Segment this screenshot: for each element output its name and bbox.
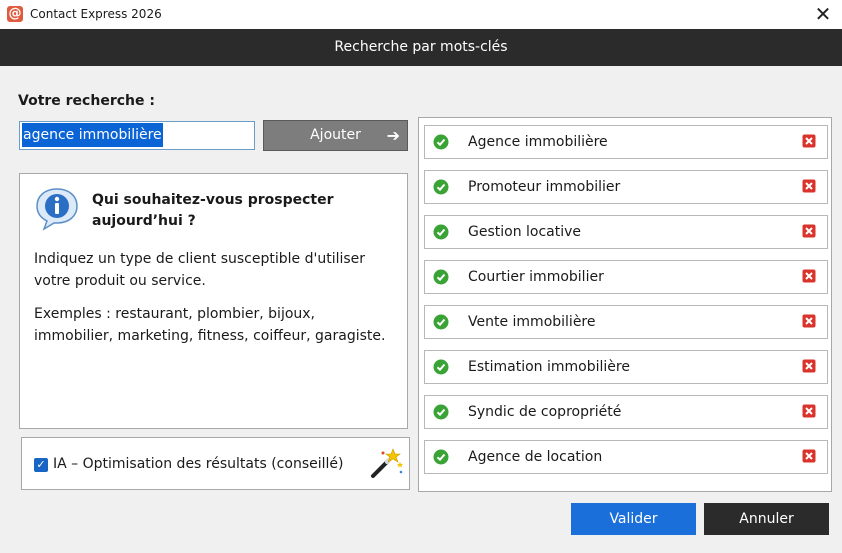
close-window-button[interactable]: ✕ [812, 4, 834, 24]
search-input[interactable]: agence immobilière [19, 121, 255, 150]
list-item-label: Agence de location [468, 449, 603, 465]
check-circle-icon [433, 359, 449, 375]
ia-option-panel: ✓ IA – Optimisation des résultats (conse… [21, 437, 410, 490]
delete-icon[interactable] [802, 179, 816, 193]
list-item[interactable]: Vente immobilière [424, 305, 828, 339]
app-logo-icon: @ [7, 6, 23, 22]
delete-icon[interactable] [802, 449, 816, 463]
check-circle-icon [433, 269, 449, 285]
list-item-label: Estimation immobilière [468, 359, 630, 375]
delete-icon[interactable] [802, 134, 816, 148]
delete-icon[interactable] [802, 359, 816, 373]
search-label: Votre recherche : [18, 93, 155, 109]
list-item-label: Courtier immobilier [468, 269, 604, 285]
list-item[interactable]: Promoteur immobilier [424, 170, 828, 204]
ia-optimisation-checkbox[interactable]: ✓ [34, 458, 48, 472]
title-bar: @ Contact Express 2026 ✕ [0, 0, 842, 29]
list-item-label: Gestion locative [468, 224, 582, 240]
delete-icon[interactable] [802, 314, 816, 328]
delete-icon[interactable] [802, 269, 816, 283]
dialog-header: Recherche par mots-clés [0, 29, 842, 66]
cancel-button[interactable]: Annuler [704, 503, 829, 535]
info-icon [36, 188, 78, 231]
arrow-right-icon: ➔ [386, 126, 400, 145]
check-circle-icon [433, 404, 449, 420]
list-item-label: Vente immobilière [468, 314, 596, 330]
validate-button[interactable]: Valider [571, 503, 696, 535]
results-list: Agence immobilière Promoteur immobilier … [418, 117, 832, 492]
info-panel: Qui souhaitez-vous prospecter aujourd’hu… [19, 173, 408, 429]
list-item[interactable]: Gestion locative [424, 215, 828, 249]
check-circle-icon [433, 449, 449, 465]
info-title: Qui souhaitez-vous prospecter aujourd’hu… [92, 192, 334, 229]
magic-wand-icon [371, 448, 403, 478]
list-item[interactable]: Agence immobilière [424, 125, 828, 159]
list-item[interactable]: Estimation immobilière [424, 350, 828, 384]
list-item[interactable]: Courtier immobilier [424, 260, 828, 294]
add-button[interactable]: Ajouter ➔ [263, 120, 408, 151]
delete-icon[interactable] [802, 224, 816, 238]
list-item[interactable]: Syndic de copropriété [424, 395, 828, 429]
list-item[interactable]: Agence de location [424, 440, 828, 474]
check-circle-icon [433, 179, 449, 195]
check-circle-icon [433, 224, 449, 240]
ia-optimisation-label: IA – Optimisation des résultats (conseil… [53, 456, 344, 472]
info-examples: Exemples : restaurant, plombier, bijoux,… [34, 306, 386, 344]
info-instructions: Indiquez un type de client susceptible d… [34, 251, 366, 289]
check-circle-icon [433, 134, 449, 150]
list-item-label: Agence immobilière [468, 134, 608, 150]
list-item-label: Promoteur immobilier [468, 179, 621, 195]
list-item-label: Syndic de copropriété [468, 404, 622, 420]
delete-icon[interactable] [802, 404, 816, 418]
check-circle-icon [433, 314, 449, 330]
window-title: Contact Express 2026 [30, 7, 162, 21]
search-input-value: agence immobilière [22, 123, 163, 147]
add-button-label: Ajouter [310, 127, 361, 143]
